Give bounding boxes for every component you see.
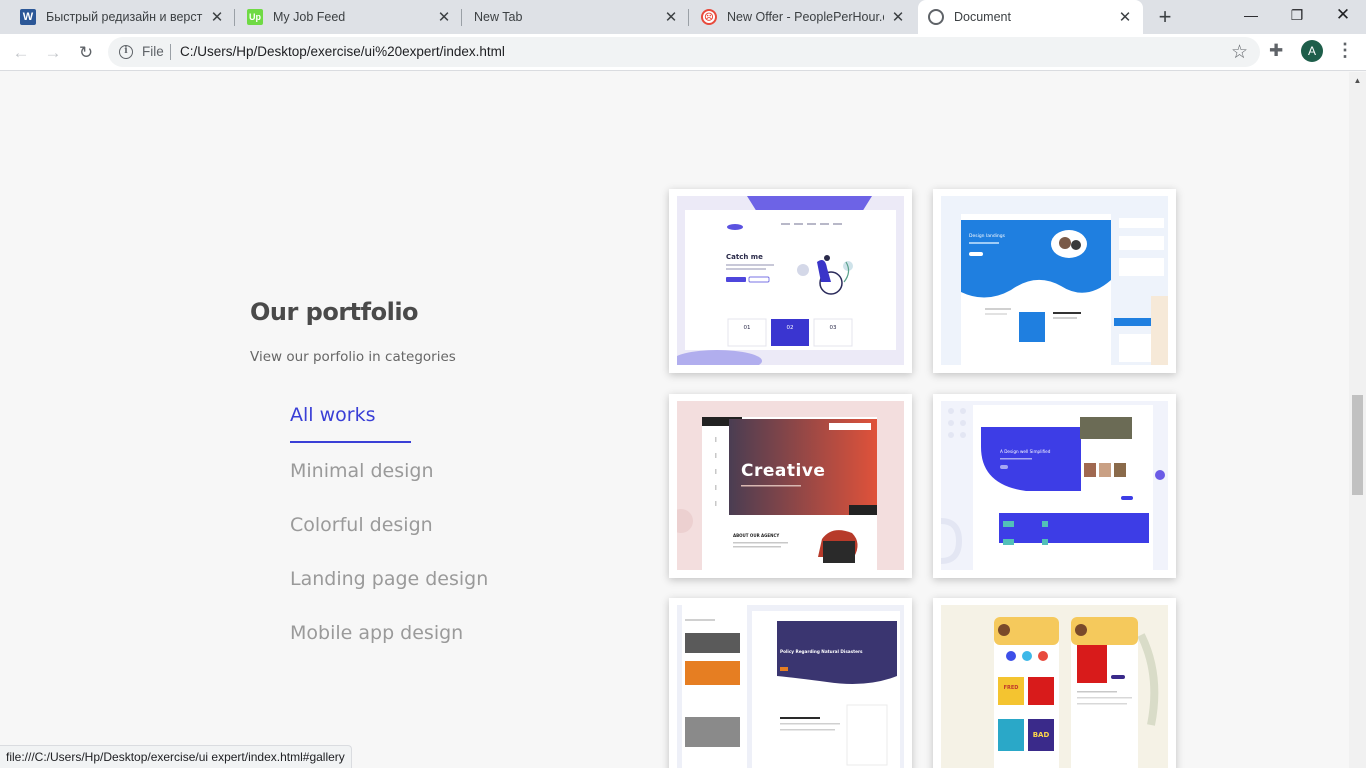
scrollbar-thumb[interactable] bbox=[1352, 395, 1363, 495]
category-colorful-design[interactable]: Colorful design bbox=[290, 514, 433, 536]
category-all-works[interactable]: All works bbox=[290, 404, 375, 426]
category-landing-page-design[interactable]: Landing page design bbox=[290, 568, 488, 590]
svg-text:03: 03 bbox=[830, 325, 837, 331]
reload-button[interactable]: ↻ bbox=[73, 40, 99, 66]
address-bar[interactable]: i File C:/Users/Hp/Desktop/exercise/ui%2… bbox=[108, 37, 1260, 67]
tab-new-tab[interactable]: New Tab ✕ bbox=[464, 0, 689, 34]
close-icon[interactable]: ✕ bbox=[436, 9, 452, 26]
back-button[interactable]: ← bbox=[8, 40, 34, 66]
thumbnail-headline: A Design well Simplified bbox=[1000, 449, 1051, 454]
website-thumbnail: Policy Regarding Natural Disasters bbox=[677, 605, 904, 768]
tab-divider bbox=[234, 9, 235, 26]
close-icon[interactable]: ✕ bbox=[209, 9, 225, 26]
close-icon[interactable]: ✕ bbox=[1117, 9, 1133, 26]
tab-label: Document bbox=[954, 10, 1011, 24]
close-icon[interactable]: ✕ bbox=[890, 9, 906, 26]
tab-new-offer[interactable]: ☹ New Offer - PeoplePerHour.com ✕ bbox=[691, 0, 916, 34]
gallery-item-catch-me[interactable]: Catch me 01 02 03 bbox=[669, 189, 912, 373]
avatar[interactable]: A bbox=[1301, 40, 1323, 62]
tab-label: New Offer - PeoplePerHour.com bbox=[727, 10, 884, 24]
svg-text:02: 02 bbox=[787, 325, 794, 331]
tab-redesign[interactable]: W Быстрый редизайн и верстка ✕ bbox=[10, 0, 235, 34]
browser-toolbar: ← → ↻ i File C:/Users/Hp/Desktop/exercis… bbox=[0, 34, 1366, 71]
svg-text:FRED: FRED bbox=[1004, 685, 1019, 691]
extensions-icon[interactable]: ✚ bbox=[1269, 41, 1283, 61]
tab-label: My Job Feed bbox=[273, 10, 346, 24]
forward-button[interactable]: → bbox=[40, 40, 66, 66]
svg-text:01: 01 bbox=[744, 325, 751, 331]
url-divider bbox=[170, 44, 171, 60]
page-title: Our portfolio bbox=[250, 298, 419, 326]
close-icon[interactable]: ✕ bbox=[663, 9, 679, 26]
restore-button[interactable]: ❐ bbox=[1274, 0, 1320, 30]
thumbnail-headline: Design landings bbox=[969, 233, 1006, 239]
thumbnail-headline: Policy Regarding Natural Disasters bbox=[780, 649, 863, 654]
tab-document[interactable]: Document ✕ bbox=[918, 0, 1143, 34]
active-category-underline bbox=[290, 441, 411, 443]
thumbnail-headline: Creative bbox=[741, 461, 825, 481]
word-icon: W bbox=[20, 9, 36, 25]
kebab-menu-icon[interactable]: ⋮ bbox=[1336, 39, 1354, 61]
website-thumbnail: FRED BAD bbox=[941, 605, 1168, 768]
gallery-item-blue-wave[interactable]: Design landings bbox=[933, 189, 1176, 373]
peopleperhour-icon: ☹ bbox=[701, 9, 717, 25]
tab-divider bbox=[688, 9, 689, 26]
category-mobile-app-design[interactable]: Mobile app design bbox=[290, 622, 463, 644]
page-scrollbar[interactable]: ▲ bbox=[1349, 72, 1366, 768]
status-link-preview: file:///C:/Users/Hp/Desktop/exercise/ui … bbox=[0, 745, 352, 768]
tab-label: Быстрый редизайн и верстка bbox=[46, 10, 203, 24]
page-viewport: Our portfolio View our porfolio in categ… bbox=[0, 72, 1349, 768]
gallery-item-simplified[interactable]: A Design well Simplified bbox=[933, 394, 1176, 578]
close-window-button[interactable]: ✕ bbox=[1320, 0, 1366, 30]
tab-strip: W Быстрый редизайн и верстка ✕ Up My Job… bbox=[0, 0, 1366, 34]
website-thumbnail: Catch me 01 02 03 bbox=[677, 196, 904, 365]
thumbnail-headline: Catch me bbox=[726, 253, 763, 261]
globe-icon bbox=[928, 9, 944, 25]
minimize-button[interactable]: — bbox=[1228, 0, 1274, 30]
svg-text:ABOUT OUR AGENCY: ABOUT OUR AGENCY bbox=[733, 533, 779, 538]
website-thumbnail: Creative ABOUT OUR AGENCY bbox=[677, 401, 904, 570]
url-scheme-label: File bbox=[142, 44, 164, 59]
website-thumbnail: A Design well Simplified bbox=[941, 401, 1168, 570]
gallery-item-book-app[interactable]: FRED BAD bbox=[933, 598, 1176, 768]
info-icon[interactable]: i bbox=[119, 45, 133, 59]
category-minimal-design[interactable]: Minimal design bbox=[290, 460, 434, 482]
page-subtitle: View our porfolio in categories bbox=[250, 349, 456, 365]
new-tab-button[interactable]: + bbox=[1153, 6, 1177, 28]
url-text[interactable]: C:/Users/Hp/Desktop/exercise/ui%20expert… bbox=[180, 44, 505, 59]
website-thumbnail: Design landings bbox=[941, 196, 1168, 365]
upwork-icon: Up bbox=[247, 9, 263, 25]
gallery-item-creative[interactable]: Creative ABOUT OUR AGENCY bbox=[669, 394, 912, 578]
gallery-item-natural-disasters[interactable]: Policy Regarding Natural Disasters bbox=[669, 598, 912, 768]
tab-divider bbox=[461, 9, 462, 26]
scroll-up-arrow-icon[interactable]: ▲ bbox=[1349, 72, 1366, 89]
svg-text:BAD: BAD bbox=[1033, 731, 1050, 739]
tab-job-feed[interactable]: Up My Job Feed ✕ bbox=[237, 0, 462, 34]
bookmark-star-icon[interactable]: ☆ bbox=[1231, 41, 1248, 64]
tab-label: New Tab bbox=[474, 10, 523, 24]
